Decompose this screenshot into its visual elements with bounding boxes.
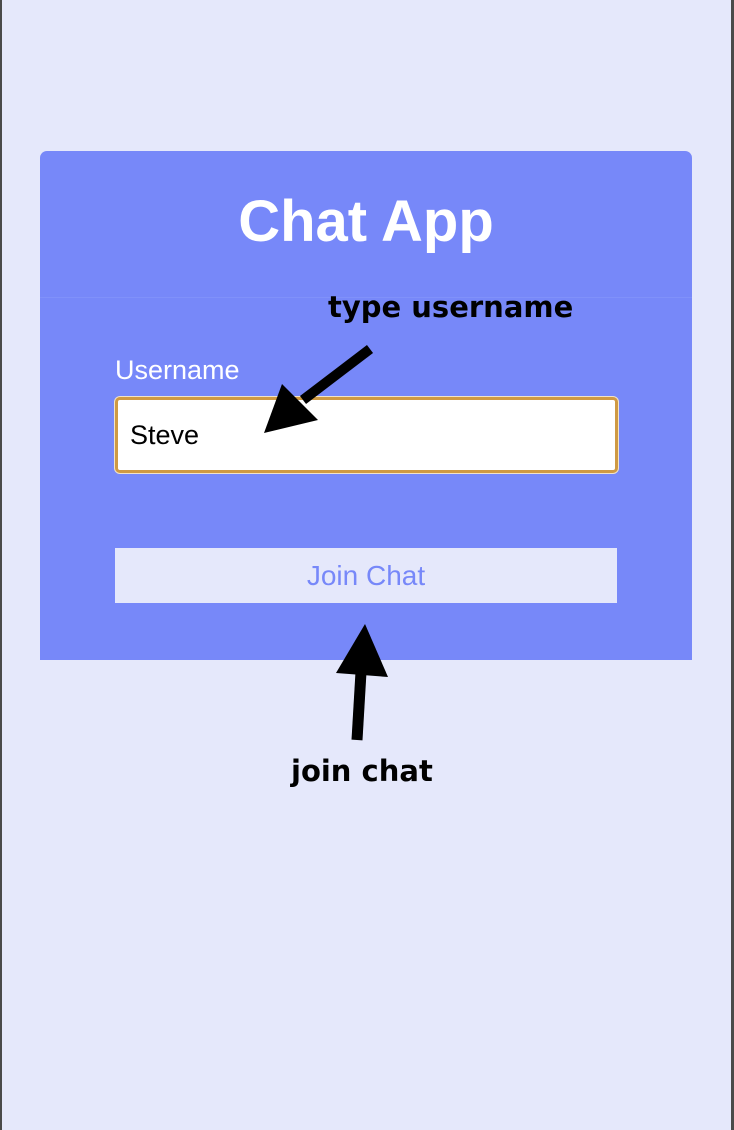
annotation-type-username: type username xyxy=(328,290,574,324)
login-card: Chat App Username Join Chat xyxy=(40,151,692,660)
annotation-join-chat: join chat xyxy=(291,754,433,788)
app-title: Chat App xyxy=(238,189,494,254)
username-label: Username xyxy=(115,355,240,385)
card-header: Chat App xyxy=(40,151,692,298)
username-input[interactable] xyxy=(115,397,618,473)
window-edge-left xyxy=(0,0,2,1130)
join-chat-button[interactable]: Join Chat xyxy=(115,548,617,603)
